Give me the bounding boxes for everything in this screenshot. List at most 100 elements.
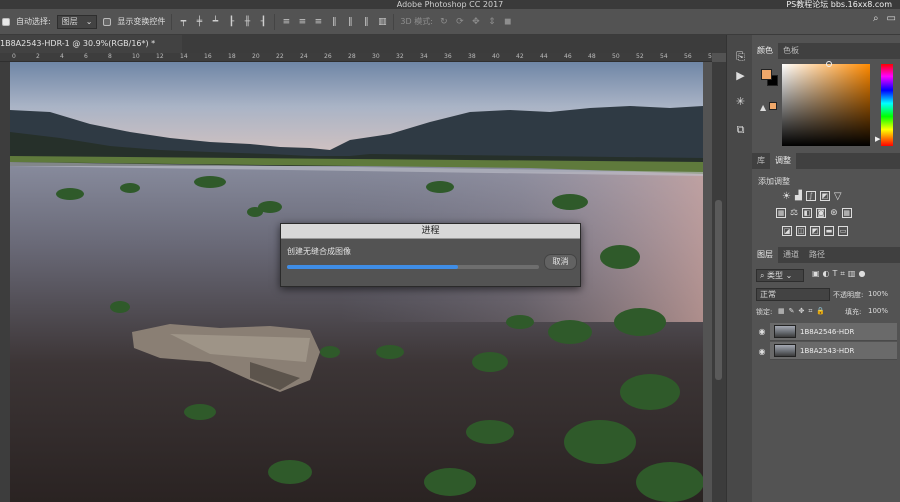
tab-adjustments[interactable]: 调整 [770,153,796,169]
color-panel-tabs: 颜色 色板 [752,43,900,59]
tab-libraries[interactable]: 库 [752,153,770,169]
hue-slider-arrow-icon: ▶ [875,135,881,143]
opacity-value[interactable]: 100% [868,290,888,298]
tab-channels[interactable]: 通道 [778,247,804,263]
ruler-tick-label: 58 [708,53,712,60]
distribute-bottom-icon[interactable]: ≡ [313,16,323,27]
layer-row[interactable]: 1B8A2546-HDR [770,323,897,341]
invert-icon[interactable]: ◪ [782,226,792,236]
brush-settings-icon[interactable]: ✳ [734,95,747,108]
dialog-title: 进程 [281,224,580,239]
workspace-icon[interactable]: ▭ [887,13,896,24]
cancel-button[interactable]: 取消 [544,254,577,270]
color-balance-icon[interactable]: ⚖ [790,208,798,218]
black-white-icon[interactable]: ◧ [802,208,813,218]
photo-filter-icon[interactable]: ◙ [816,208,827,218]
auto-select-value: 图层 [61,17,78,26]
align-hcenter-icon[interactable]: ╫ [242,16,252,27]
brightness-icon[interactable]: ☀ [782,191,791,202]
distribute-top-icon[interactable]: ≡ [281,16,291,27]
ruler-tick-label: 2 [36,53,40,60]
adjustments-row-3: ◪ ◫ ◩ ▬ ▭ [782,226,848,236]
align-left-icon[interactable]: ┠ [226,16,236,27]
exposure-icon[interactable]: ◩ [819,191,830,201]
ruler-tick-label: 54 [660,53,668,60]
ruler-tick-label: 8 [108,53,112,60]
channel-mixer-icon[interactable]: ⊛ [830,208,838,218]
adjustments-title: 添加调整 [758,177,790,186]
distribute-vcenter-icon[interactable]: ≡ [297,16,307,27]
gradient-map-icon[interactable]: ▬ [824,226,834,236]
distribute-right-icon[interactable]: ‖ [361,16,371,27]
search-icon[interactable]: ⌕ [873,13,879,24]
3d-orbit-icon[interactable]: ↻ [439,16,449,27]
layer-filter-icons[interactable]: ▣◐T⌗▥● [812,269,868,279]
threshold-icon[interactable]: ◩ [810,226,820,236]
ruler-tick-label: 6 [84,53,88,60]
foreground-color-swatch[interactable] [761,69,772,80]
distribute-left-icon[interactable]: ‖ [329,16,339,27]
tab-paths[interactable]: 路径 [804,247,830,263]
ruler-tick-label: 16 [204,53,212,60]
blend-mode-dropdown[interactable]: 正常 [756,288,830,301]
hue-slider[interactable] [881,64,893,146]
3d-camera-icon[interactable]: ◼ [503,16,513,27]
ruler-tick-label: 20 [252,53,260,60]
divider [393,13,395,30]
layer-row[interactable]: 1B8A2543-HDR [770,342,897,360]
auto-select-checkbox[interactable] [2,17,10,26]
align-bottom-icon[interactable]: ┷ [210,16,220,27]
visibility-eye-icon[interactable]: ◉ [757,347,767,357]
right-panels: 颜色 色板 ▲ ▶ 库 调整 添加调整 ☀ ▟ ∫ ◩ ▽ ▦ ⚖ ◧ ◙ ⊛ … [752,35,900,502]
ruler-tick-label: 32 [396,53,404,60]
layer-name: 1B8A2546-HDR [800,327,855,336]
color-picker-handle[interactable] [826,61,832,67]
color-picker-field[interactable] [782,64,870,146]
levels-icon[interactable]: ▟ [795,191,802,202]
3d-roll-icon[interactable]: ⟳ [455,16,465,27]
3d-slide-icon[interactable]: ⇕ [487,16,497,27]
layer-kind-value: 类型 [767,271,784,280]
ruler-tick-label: 12 [156,53,164,60]
ruler-tick-label: 0 [12,53,16,60]
align-right-icon[interactable]: ┨ [258,16,268,27]
fill-label: 填充: [845,308,862,316]
distribute-hcenter-icon[interactable]: ‖ [345,16,355,27]
history-icon[interactable]: ⎘ [734,50,747,63]
lock-label: 锁定: [756,308,773,316]
3d-mode-label: 3D 模式: [400,17,433,26]
layer-thumbnail [774,325,796,338]
auto-align-icon[interactable]: ▥ [377,16,387,27]
3d-pan-icon[interactable]: ✥ [471,16,481,27]
align-top-icon[interactable]: ┯ [178,16,188,27]
document-tab[interactable]: 1B8A2543-HDR-1 @ 30.9%(RGB/16*) * [0,35,182,53]
tab-layers[interactable]: 图层 [752,247,778,263]
color-lookup-icon[interactable]: ▦ [841,208,852,218]
scroll-thumb[interactable] [715,200,722,380]
play-actions-icon[interactable]: ▶ [734,69,747,82]
selective-color-icon[interactable]: ▭ [838,226,848,236]
layer-kind-filter[interactable]: ⌕ 类型 ⌄ [756,269,804,282]
ruler-tick-label: 24 [300,53,308,60]
lock-icons[interactable]: ▦✎✥⌗🔒 [778,307,829,316]
tab-swatches[interactable]: 色板 [778,43,804,59]
opacity-label: 不透明度: [833,291,864,299]
curves-icon[interactable]: ∫ [805,191,816,201]
ruler-tick-label: 40 [492,53,500,60]
align-vcenter-icon[interactable]: ╪ [194,16,204,27]
visibility-eye-icon[interactable]: ◉ [757,327,767,337]
auto-select-dropdown[interactable]: 图层 ⌄ [56,14,98,29]
gamut-swatch[interactable] [769,102,777,110]
divider [274,13,276,30]
fill-value[interactable]: 100% [868,307,888,315]
hue-saturation-icon[interactable]: ▦ [776,208,786,218]
tab-color[interactable]: 颜色 [752,43,778,59]
progress-fill [287,265,459,269]
show-transform-checkbox[interactable] [103,17,112,26]
posterize-icon[interactable]: ◫ [796,226,806,236]
panel-icon-strip: ⎘ ▶ ✳ ⧉ [726,35,752,502]
warning-icon: ▲ [760,103,767,112]
vibrance-icon[interactable]: ▽ [834,191,842,202]
ruler-tick-label: 56 [684,53,692,60]
clone-source-icon[interactable]: ⧉ [734,123,747,136]
